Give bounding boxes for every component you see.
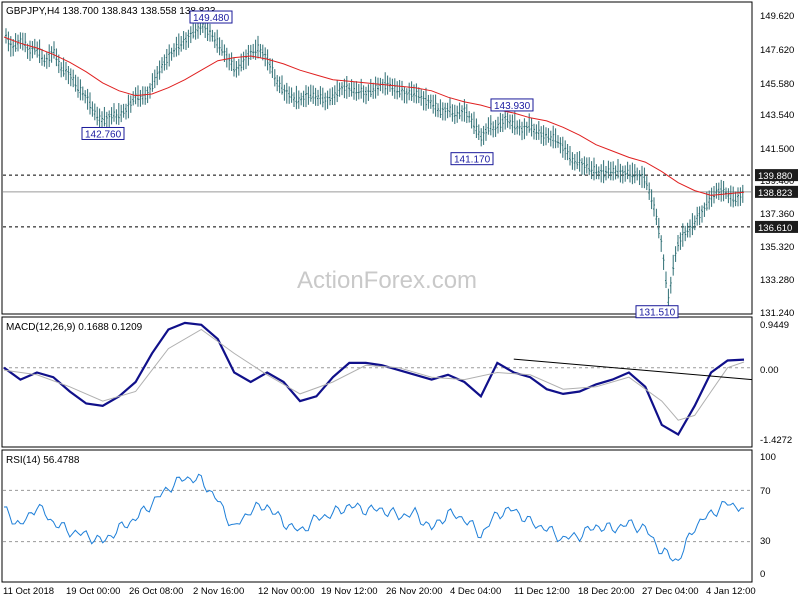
price-annotation: 142.760 — [81, 126, 125, 140]
level-label: 136.610 — [755, 220, 798, 234]
macd-y-tick-label: 0.00 — [760, 365, 779, 376]
price-y-tick-label: 135.320 — [760, 242, 794, 253]
x-tick-label: 4 Jan 12:00 — [706, 586, 756, 597]
price-panel-title: GBPJPY,H4 138.700 138.843 138.558 138.82… — [6, 6, 216, 17]
price-y-tick-label: 145.580 — [760, 79, 794, 90]
x-tick-label: 26 Nov 20:00 — [386, 586, 443, 597]
watermark-text: ActionForex.com — [297, 267, 477, 294]
annotation-text: 131.510 — [639, 308, 676, 319]
x-tick-label: 26 Oct 08:00 — [129, 586, 183, 597]
level-label: 138.823 — [755, 185, 798, 199]
annotation-text: 143.930 — [494, 101, 531, 112]
annotation-text: 142.760 — [85, 129, 122, 140]
rsi-panel-title: RSI(14) 56.4788 — [6, 455, 80, 466]
price-y-tick-label: 133.280 — [760, 275, 794, 286]
level-label-text: 136.610 — [758, 223, 792, 234]
level-label-text: 138.823 — [758, 188, 792, 199]
x-tick-label: 11 Dec 12:00 — [514, 586, 570, 597]
x-tick-label: 27 Dec 04:00 — [642, 586, 699, 597]
level-label-text: 139.880 — [758, 171, 792, 182]
price-annotation: 149.480 — [189, 10, 233, 24]
price-y-tick-label: 131.240 — [760, 308, 794, 319]
x-tick-label: 19 Oct 00:00 — [66, 586, 120, 597]
x-tick-label: 11 Oct 2018 — [3, 586, 54, 597]
x-tick-label: 19 Nov 12:00 — [321, 586, 378, 597]
price-y-tick-label: 143.540 — [760, 110, 794, 121]
macd-y-tick-label: 0.9449 — [760, 320, 789, 331]
x-tick-label: 4 Dec 04:00 — [450, 586, 501, 597]
price-y-tick-label: 141.500 — [760, 144, 794, 155]
level-label: 139.880 — [755, 169, 798, 182]
price-annotation: 143.930 — [490, 98, 534, 112]
price-y-tick-label: 149.620 — [760, 11, 794, 22]
macd-panel-title: MACD(12,26,9) 0.1688 0.1209 — [6, 322, 143, 333]
annotation-text: 149.480 — [193, 13, 230, 24]
x-tick-label: 12 Nov 00:00 — [258, 586, 315, 597]
price-y-tick-label: 147.620 — [760, 45, 794, 56]
rsi-y-tick-label: 100 — [760, 452, 776, 463]
x-tick-label: 18 Dec 20:00 — [578, 586, 635, 597]
macd-y-tick-label: -1.4272 — [760, 435, 792, 446]
x-tick-label: 2 Nov 16:00 — [193, 586, 244, 597]
rsi-y-tick-label: 30 — [760, 536, 771, 547]
rsi-y-tick-label: 70 — [760, 486, 771, 497]
price-annotation: 141.170 — [450, 152, 494, 166]
price-annotation: 131.510 — [635, 305, 679, 319]
annotation-text: 141.170 — [454, 155, 491, 166]
price-y-tick-label: 137.360 — [760, 209, 794, 220]
chart-window: ActionForex.com GBPJPY,H4 138.700 138.84… — [0, 0, 800, 600]
rsi-y-tick-label: 0 — [760, 569, 765, 580]
